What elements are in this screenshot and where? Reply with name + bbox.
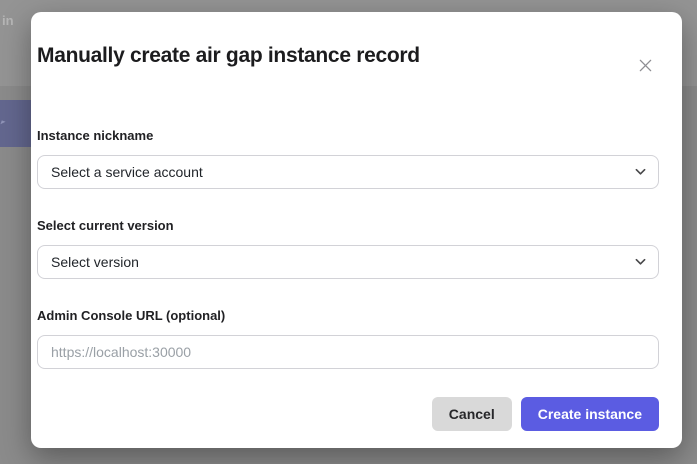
admin-console-url-input[interactable] xyxy=(37,335,659,369)
modal-actions: Cancel Create instance xyxy=(37,397,659,431)
instance-nickname-select-wrap: Select a service account xyxy=(37,155,659,189)
cancel-button[interactable]: Cancel xyxy=(432,397,512,431)
close-button[interactable] xyxy=(636,56,654,74)
instance-nickname-select[interactable]: Select a service account xyxy=(37,155,659,189)
create-instance-form: Instance nickname Select a service accou… xyxy=(37,128,659,369)
admin-console-url-label: Admin Console URL (optional) xyxy=(37,308,659,324)
modal-title: Manually create air gap instance record xyxy=(37,42,659,70)
create-instance-button[interactable]: Create instance xyxy=(521,397,659,431)
screen: { "background": { "clipped_text": "in" }… xyxy=(0,0,697,464)
field-group-admin-console-url: Admin Console URL (optional) xyxy=(37,308,659,369)
field-group-instance-nickname: Instance nickname Select a service accou… xyxy=(37,128,659,189)
current-version-select[interactable]: Select version xyxy=(37,245,659,279)
field-group-current-version: Select current version Select version xyxy=(37,218,659,279)
create-air-gap-instance-modal: Manually create air gap instance record … xyxy=(31,12,682,448)
close-icon xyxy=(638,58,653,73)
current-version-label: Select current version xyxy=(37,218,659,234)
current-version-select-wrap: Select version xyxy=(37,245,659,279)
instance-nickname-label: Instance nickname xyxy=(37,128,659,144)
